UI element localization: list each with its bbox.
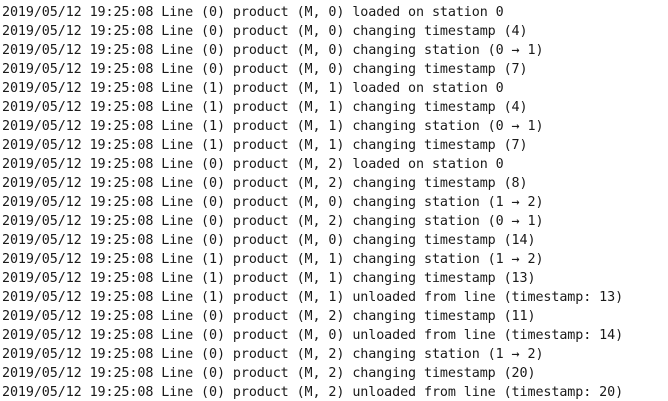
log-line: 2019/05/12 19:25:08 Line (1) product (M,… xyxy=(2,119,544,134)
log-output: 2019/05/12 19:25:08 Line (0) product (M,… xyxy=(0,0,668,401)
log-line: 2019/05/12 19:25:08 Line (0) product (M,… xyxy=(2,233,536,248)
log-line: 2019/05/12 19:25:08 Line (0) product (M,… xyxy=(2,24,528,39)
log-line: 2019/05/12 19:25:08 Line (1) product (M,… xyxy=(2,271,536,286)
log-line: 2019/05/12 19:25:08 Line (1) product (M,… xyxy=(2,290,624,305)
log-line: 2019/05/12 19:25:08 Line (0) product (M,… xyxy=(2,385,624,400)
log-line: 2019/05/12 19:25:08 Line (0) product (M,… xyxy=(2,328,624,343)
log-line: 2019/05/12 19:25:08 Line (1) product (M,… xyxy=(2,252,544,267)
log-line: 2019/05/12 19:25:08 Line (0) product (M,… xyxy=(2,366,536,381)
log-line: 2019/05/12 19:25:08 Line (1) product (M,… xyxy=(2,138,528,153)
log-line: 2019/05/12 19:25:08 Line (0) product (M,… xyxy=(2,157,504,172)
log-line: 2019/05/12 19:25:08 Line (0) product (M,… xyxy=(2,176,528,191)
log-line: 2019/05/12 19:25:08 Line (0) product (M,… xyxy=(2,43,544,58)
log-line: 2019/05/12 19:25:08 Line (0) product (M,… xyxy=(2,195,544,210)
log-line: 2019/05/12 19:25:08 Line (0) product (M,… xyxy=(2,5,504,20)
log-line: 2019/05/12 19:25:08 Line (0) product (M,… xyxy=(2,214,544,229)
log-line: 2019/05/12 19:25:08 Line (0) product (M,… xyxy=(2,309,536,324)
log-line: 2019/05/12 19:25:08 Line (0) product (M,… xyxy=(2,347,544,362)
log-line: 2019/05/12 19:25:08 Line (1) product (M,… xyxy=(2,81,504,96)
log-line: 2019/05/12 19:25:08 Line (0) product (M,… xyxy=(2,62,528,77)
log-line: 2019/05/12 19:25:08 Line (1) product (M,… xyxy=(2,100,528,115)
